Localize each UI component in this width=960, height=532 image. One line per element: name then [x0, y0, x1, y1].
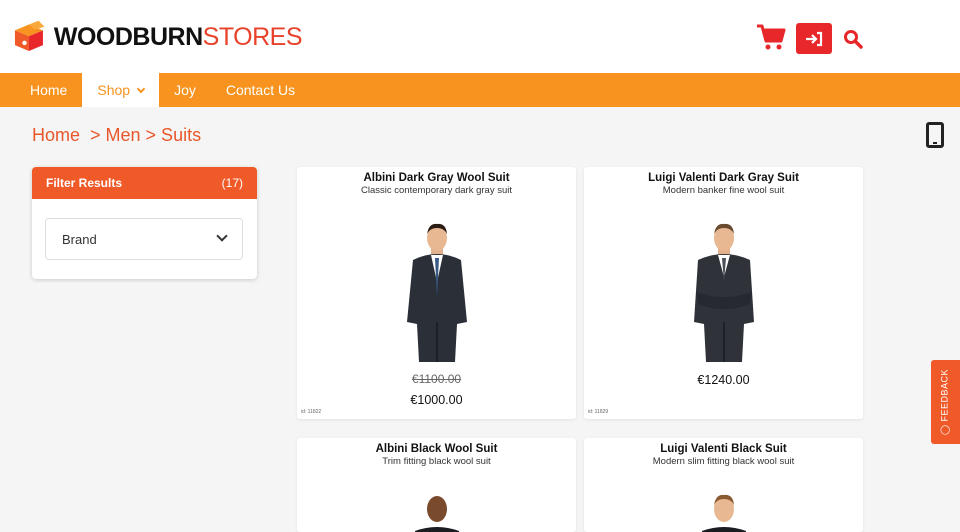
feedback-tab[interactable]: ◯ FEEDBACK [931, 360, 960, 444]
product-image[interactable] [397, 493, 477, 532]
box-logo-icon [14, 20, 45, 51]
search-icon[interactable] [843, 29, 863, 49]
breadcrumb[interactable]: Home > Men > Suits [32, 125, 201, 146]
cart-icon[interactable] [756, 22, 786, 52]
product-title[interactable]: Albini Dark Gray Wool Suit [297, 172, 576, 184]
product-subtitle: Modern banker fine wool suit [662, 185, 785, 196]
logo-text-bold: WOODBURN [53, 22, 203, 51]
product-image[interactable] [397, 222, 477, 362]
product-subtitle: Modern slim fitting black wool suit [652, 456, 795, 467]
brand-filter-dropdown[interactable]: Brand [45, 218, 243, 260]
product-price: €1000.00 [410, 393, 463, 407]
logo-text: WOODBURNSTORES [53, 22, 303, 52]
product-card[interactable]: Albini Black Wool Suit Trim fitting blac… [297, 438, 576, 532]
product-title[interactable]: Luigi Valenti Dark Gray Suit [584, 172, 863, 184]
product-title[interactable]: Albini Black Wool Suit [297, 443, 576, 455]
product-old-price: €1100.00 [411, 372, 462, 386]
nav-item-shop[interactable]: Shop [82, 73, 160, 107]
product-subtitle: Classic contemporary dark gray suit [361, 185, 512, 196]
product-subtitle: Trim fitting black wool suit [382, 456, 491, 467]
filter-count: (17) [221, 176, 243, 190]
product-title[interactable]: Luigi Valenti Black Suit [584, 443, 863, 455]
chevron-down-icon [216, 230, 228, 242]
nav-item-home[interactable]: Home [0, 73, 82, 107]
product-card[interactable]: Albini Dark Gray Wool Suit Classic conte… [297, 167, 576, 419]
product-id: id: 11822 [301, 409, 322, 415]
nav-item-contact[interactable]: Contact Us [211, 73, 310, 107]
nav-item-shop-label: Shop [97, 82, 131, 98]
filter-panel: Filter Results (17) Brand [32, 167, 257, 279]
site-header: WOODBURNSTORES [0, 0, 960, 73]
product-image[interactable] [684, 222, 764, 362]
logo-text-light: STORES [202, 22, 303, 51]
feedback-label: ◯ FEEDBACK [940, 369, 951, 435]
product-id: id: 11829 [588, 409, 609, 415]
login-icon [806, 31, 823, 46]
product-price: €1240.00 [697, 373, 750, 387]
chevron-down-icon [136, 84, 146, 94]
feedback-chat-icon: ◯ [939, 424, 950, 436]
product-image[interactable] [684, 493, 764, 532]
login-button[interactable] [796, 23, 832, 54]
product-card[interactable]: Luigi Valenti Black Suit Modern slim fit… [584, 438, 863, 532]
mobile-device-icon[interactable] [926, 122, 944, 148]
site-logo[interactable]: WOODBURNSTORES [12, 10, 303, 64]
brand-filter-label: Brand [62, 231, 97, 247]
product-card[interactable]: Luigi Valenti Dark Gray Suit Modern bank… [584, 167, 863, 419]
main-nav: Home Shop Joy Contact Us [0, 73, 960, 107]
nav-item-joy[interactable]: Joy [159, 73, 211, 107]
feedback-label-text: FEEDBACK [939, 368, 950, 422]
filter-title: Filter Results [46, 176, 123, 190]
filter-header: Filter Results (17) [32, 167, 257, 199]
